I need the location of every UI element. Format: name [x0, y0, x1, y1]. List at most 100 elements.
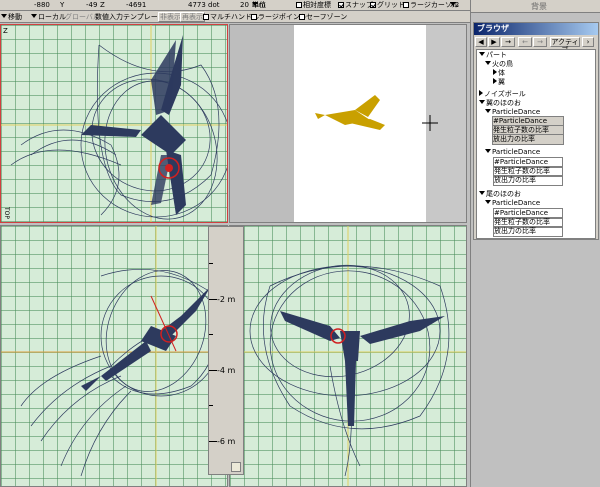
arrow-right-button[interactable]: →: [501, 37, 515, 47]
side-viewport[interactable]: [229, 225, 467, 487]
tree-label: 放出力の比率: [494, 227, 536, 235]
grid-toggle[interactable]: グリッド: [370, 0, 405, 11]
ruler-tick: [209, 334, 213, 335]
resize-grip-icon[interactable]: [231, 462, 241, 472]
safe-zone-toggle[interactable]: セーフゾーン: [298, 12, 348, 22]
expand-icon: [485, 149, 491, 153]
perspective-render: [315, 95, 438, 131]
prev-button[interactable]: ◀: [475, 37, 487, 47]
cursor-size-select[interactable]: X2: [450, 0, 460, 11]
toolbar: 移動 ローカル グローバル 数値入力テンプレート 非表示 再表示 マルチハンドル…: [0, 11, 470, 23]
x-coordinate: -880: [34, 1, 50, 9]
expand-icon: [479, 52, 485, 56]
checkbox-icon: [296, 2, 302, 8]
mode-label: 移動: [8, 13, 22, 21]
tree-item-phoenix[interactable]: 火の鳥: [485, 60, 513, 69]
local-label: ローカル: [38, 13, 66, 21]
y-label: Y: [60, 1, 65, 9]
numeric-template-option[interactable]: 数値入力テンプレート: [94, 12, 166, 22]
expand-icon: [479, 191, 485, 195]
panel-header: 背景: [471, 0, 600, 13]
tree-label: 放出力の比率: [494, 176, 536, 184]
tree-item-release-ratio[interactable]: 放出力の比率: [493, 175, 563, 186]
tree-item-emit-ratio[interactable]: 発生粒子数の比率: [492, 125, 564, 136]
tree-item-particle-dance[interactable]: ParticleDance: [485, 148, 540, 157]
large-cursor-toggle[interactable]: ラージカーソル: [403, 0, 459, 11]
snap-label: スナップ: [345, 1, 373, 9]
tree-item-wing-flame[interactable]: 翼のほのお: [479, 99, 521, 108]
perspective-viewport[interactable]: [229, 24, 467, 223]
unit-selector[interactable]: 単位 mm: [252, 0, 266, 11]
relative-scale-toggle[interactable]: 相対度標: [296, 0, 331, 11]
expand-icon: [485, 200, 491, 204]
browser-title[interactable]: ブラウザ: [474, 23, 598, 35]
ruler-tick: [209, 370, 217, 371]
checkbox-icon: [338, 2, 344, 8]
ruler-tick: [209, 263, 213, 264]
tree-label: パート: [486, 51, 507, 59]
top-viewport[interactable]: Z TOP: [0, 24, 228, 223]
tree-item-release-ratio[interactable]: 放出力の比率: [492, 134, 564, 145]
back-button[interactable]: ←: [518, 37, 532, 47]
tree-item-noise-ball[interactable]: ノイズボール: [479, 90, 526, 99]
tree-label: #ParticleDance: [494, 209, 549, 217]
tree-label: ノイズボール: [484, 90, 526, 98]
numeric-template-label: 数値入力テンプレート: [95, 13, 165, 21]
checkbox-icon: [299, 14, 305, 20]
local-option[interactable]: ローカル: [30, 12, 67, 22]
vertical-ruler[interactable]: -2 m -4 m -6 m: [208, 226, 244, 475]
expand-icon: [485, 61, 491, 65]
tree-label: 翼のほのお: [486, 99, 521, 107]
menu-button[interactable]: ›: [582, 37, 594, 47]
cursor-size-value: X2: [450, 1, 460, 9]
tree-label: 放出力の比率: [493, 135, 535, 143]
checkbox-icon: [251, 14, 257, 20]
mode-select[interactable]: 移動: [0, 12, 23, 22]
tree-label: #ParticleDance: [494, 158, 549, 166]
z-coordinate: -4691: [126, 1, 147, 9]
ruler-label: -4 m: [217, 366, 236, 375]
forward-icon: →: [537, 38, 543, 46]
tree-label: ParticleDance: [492, 199, 541, 207]
status-bar: -880 Y -49 Z -4691 4773 dot 20 単位 mm 相対度…: [0, 0, 470, 11]
browser-tree: パート 火の鳥 体 翼 ノイズボール 翼のほのお ParticleDance #…: [476, 49, 596, 239]
tree-label: #ParticleDance: [493, 117, 548, 125]
right-panel: 背景 ブラウザ ◀ ▶ → ← → アクティブ › パート 火の鳥 体 翼 ノイ…: [470, 0, 600, 487]
chevron-down-icon: [1, 14, 7, 18]
tree-item-tail-flame[interactable]: 尾のほのお: [479, 190, 521, 199]
tree-label: 発生粒子数の比率: [493, 126, 549, 134]
front-viewport[interactable]: [0, 225, 228, 487]
tree-item-release-ratio[interactable]: 放出力の比率: [493, 226, 563, 237]
tree-item-wings[interactable]: 翼: [493, 78, 505, 87]
ruler-tick: [209, 299, 217, 300]
tree-label: ParticleDance: [492, 108, 541, 116]
ruler-tick: [209, 405, 213, 406]
step-value: 20: [240, 1, 249, 9]
snap-toggle[interactable]: スナップ: [338, 0, 373, 11]
activate-button[interactable]: アクティブ: [550, 37, 580, 54]
ruler-tick: [209, 441, 217, 442]
chevron-down-icon: [31, 14, 37, 18]
top-wireframe: [1, 25, 227, 222]
ruler-label: -2 m: [217, 295, 236, 304]
tree-item-particle-dance[interactable]: ParticleDance: [485, 199, 540, 208]
next-button[interactable]: ▶: [488, 37, 500, 47]
z-label: Z: [100, 1, 105, 9]
tree-item-particle-dance-hash[interactable]: #ParticleDance: [492, 116, 564, 127]
collapse-icon: [493, 78, 497, 84]
tree-item-particle-dance[interactable]: ParticleDance: [485, 108, 540, 117]
checkbox-icon: [370, 2, 376, 8]
tree-item-body[interactable]: 体: [493, 69, 505, 78]
tree-item-parts[interactable]: パート: [479, 51, 507, 60]
back-icon: ←: [522, 38, 528, 46]
grid-label: グリッド: [377, 1, 405, 9]
browser-toolbar: ◀ ▶ → ← → アクティブ ›: [474, 36, 598, 54]
tree-label: ParticleDance: [492, 148, 541, 156]
forward-button[interactable]: →: [533, 37, 547, 47]
checkbox-icon: [403, 2, 409, 8]
tree-label: 火の鳥: [492, 60, 513, 68]
y-coordinate: -49: [86, 1, 98, 9]
collapse-icon: [479, 90, 483, 96]
tree-label: 体: [498, 69, 505, 77]
expand-icon: [485, 109, 491, 113]
